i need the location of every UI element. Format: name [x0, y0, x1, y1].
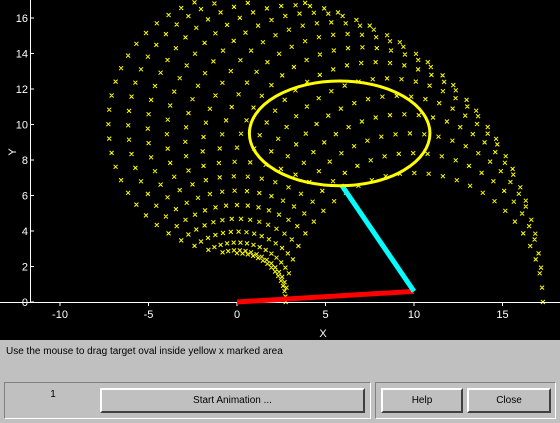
x-tick-label: 10 [408, 309, 420, 321]
plot-area[interactable]: -10 -5 0 5 10 15 0 2 4 6 8 10 12 14 16 X Y [0, 0, 560, 340]
frame-counter: 1 [50, 389, 56, 400]
workspace-plot[interactable]: -10 -5 0 5 10 15 0 2 4 6 8 10 12 14 16 X Y [0, 0, 560, 340]
y-ticks: 0 2 4 6 8 10 12 14 16 [16, 13, 34, 309]
x-tick-label: -5 [144, 309, 154, 321]
arm-link-2 [339, 183, 417, 293]
x-tick-label: 0 [234, 309, 240, 321]
y-tick-label: 14 [16, 49, 28, 61]
y-tick-label: 0 [22, 297, 28, 309]
y-tick-label: 16 [16, 13, 28, 25]
status-message: Use the mouse to drag target oval inside… [6, 346, 283, 357]
y-tick-label: 12 [16, 84, 28, 96]
x-ticks: -10 -5 0 5 10 15 [52, 302, 509, 321]
y-axis-label: Y [7, 148, 19, 156]
y-tick-label: 4 [22, 226, 28, 238]
workspace-marks [106, 0, 546, 305]
y-tick-label: 6 [22, 191, 28, 203]
x-tick-label: 5 [322, 309, 328, 321]
y-tick-label: 10 [16, 120, 28, 132]
close-button[interactable]: Close [467, 388, 551, 413]
status-area: Use the mouse to drag target oval inside… [0, 340, 560, 380]
arm-link-1 [236, 288, 415, 305]
workspace-x-marks [106, 0, 546, 305]
target-oval[interactable] [247, 79, 432, 188]
y-tick-label: 8 [22, 155, 28, 167]
start-animation-button[interactable]: Start Animation ... [100, 388, 365, 413]
y-tick-label: 2 [22, 262, 28, 274]
x-tick-label: 15 [496, 309, 508, 321]
x-tick-label: -10 [52, 309, 68, 321]
x-axis-label: X [319, 328, 327, 340]
help-button[interactable]: Help [381, 388, 463, 413]
